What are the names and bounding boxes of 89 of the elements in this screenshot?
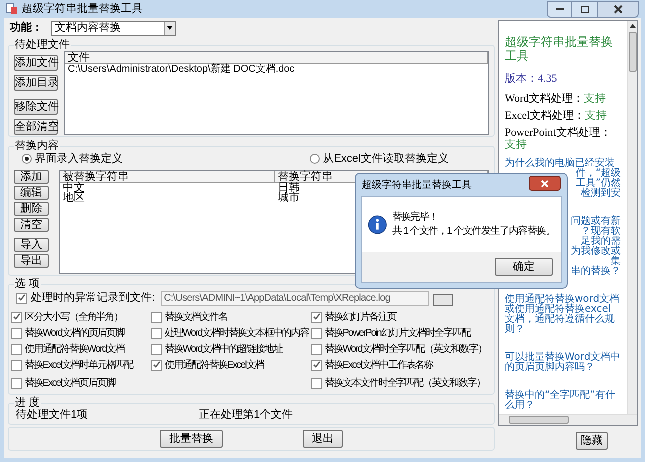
checkbox-label: 替换幻灯片备注页 (325, 310, 396, 324)
checkbox[interactable] (151, 344, 162, 354)
scroll-thumb[interactable] (509, 416, 569, 424)
column-header: 文件 (65, 52, 488, 64)
toolbar-button[interactable]: 添加文件 (14, 55, 58, 71)
dialog-message: 替换完毕！ (392, 210, 440, 224)
dialog-message: 共 1 个文件，1 个文件发生了内容替换。 (392, 224, 555, 238)
faq-link[interactable]: 替换中的“全字匹配”有什么用？ (505, 390, 621, 410)
faq-link[interactable]: 可以批量替换Word文档中的页眉页脚内容吗？ (505, 352, 621, 372)
window-title: 超级字符串批量替换工具 (22, 2, 143, 17)
close-button[interactable] (529, 176, 561, 191)
table-cell-text: 中文 (62, 183, 86, 193)
checkbox[interactable] (311, 312, 322, 322)
checkbox-label: 替换Word文档中的超链接地址 (165, 342, 282, 356)
toolbar-button[interactable]: 导入 (14, 238, 49, 252)
faq-link[interactable]: 使用通配符替换word文档或使用通配符替换excel文档，通配符遵循什么规则？ (505, 294, 621, 334)
close-icon (614, 4, 622, 14)
maximize-button[interactable] (572, 0, 597, 18)
checkbox-label: 替换Excel文档页眉页脚 (25, 376, 116, 390)
checkbox-label: 替换Word文档的页眉页脚 (25, 326, 124, 340)
faq-link[interactable]: 为什么我的电脑已经安装 件，“超级 工具”仍然 检测到安 (505, 158, 621, 198)
hide-button[interactable]: 隐藏 (576, 432, 608, 450)
checkbox[interactable] (11, 344, 22, 354)
horizontal-scrollbar[interactable] (499, 414, 637, 425)
function-dropdown[interactable]: 文档内容替换 (51, 20, 176, 36)
checkbox-label: 替换文本文件时全字匹配（英文和数字） (325, 376, 486, 390)
column-header: 被替换字符串 (60, 171, 275, 183)
checkbox-label: 替换Word文档时全字匹配（英文和数字） (325, 342, 487, 356)
progress-status: 正在处理第1个文件 (199, 409, 294, 422)
toolbar-button[interactable]: 移除文件 (14, 99, 58, 115)
toolbar-button[interactable]: 全部清空 (14, 119, 58, 135)
table-cell-text: 地区 (62, 193, 86, 203)
group-title: 进 度 (14, 397, 42, 409)
toolbar-button[interactable]: 添加目录 (14, 75, 58, 91)
close-icon (541, 180, 549, 188)
support-info: PowerPoint文档处理： 支持 (505, 126, 612, 150)
table-cell-text: 城市 (277, 193, 301, 203)
checkbox[interactable] (151, 328, 162, 338)
support-info: Excel文档处理：支持 (505, 110, 608, 122)
checkbox[interactable] (311, 328, 322, 338)
checkbox-label: 替换PowerPoin幻灯片文档时全字匹配 (325, 326, 470, 340)
checkbox[interactable] (16, 292, 27, 304)
checkbox-label: 处理时的异常记录到文件: (31, 290, 156, 306)
action-button[interactable]: 批量替换 (160, 430, 223, 448)
info-icon (368, 212, 388, 236)
toolbar-button[interactable]: 清空 (14, 218, 49, 232)
file-path[interactable]: C:\Users\Administrator\Desktop\新建 DOC文档.doc (65, 64, 488, 76)
checkbox[interactable] (311, 344, 322, 354)
checkbox-label: 使用通配符替换Excel文档 (165, 358, 264, 372)
checkbox[interactable] (11, 360, 22, 370)
checkbox-label: 处理Word文档时替换文本框中的内容 (165, 326, 309, 340)
checkbox[interactable] (311, 360, 322, 370)
radio-button[interactable] (22, 154, 32, 164)
group-title: 替换内容 (14, 140, 60, 152)
log-path-field[interactable]: C:\Users\ADMINI~1\AppData\Local\Temp\XReplace.log (161, 290, 430, 306)
table-cell-text: 日韩 (277, 183, 301, 193)
checkbox[interactable] (151, 360, 162, 370)
browse-button[interactable] (433, 294, 454, 306)
minimize-button[interactable] (547, 0, 572, 18)
group-title: 选 项 (14, 278, 42, 290)
checkbox[interactable] (311, 378, 322, 388)
checkbox-label: 替换Excel文档时单元格匹配 (25, 358, 133, 372)
toolbar-button[interactable]: 删除 (14, 202, 49, 216)
ok-button[interactable]: 确定 (495, 258, 553, 276)
toolbar-button[interactable]: 添加 (14, 170, 49, 184)
scroll-up-arrow-icon[interactable] (630, 24, 636, 28)
radio-label: 从Excel文件读取替换定义 (323, 152, 449, 167)
checkbox[interactable] (151, 312, 162, 322)
checkbox-label: 使用通配符替换Word文档 (25, 342, 124, 356)
checkbox[interactable] (11, 328, 22, 338)
scroll-thumb[interactable] (628, 32, 636, 72)
toolbar-button[interactable]: 编辑 (14, 186, 49, 200)
app-icon (6, 3, 18, 15)
pending-count: 待处理文件1项 (15, 409, 90, 422)
radio-label: 界面录入替换定义 (35, 152, 123, 167)
version-label: 版本：4.35 (505, 72, 558, 87)
checkbox[interactable] (11, 378, 22, 388)
group-title: 待处理文件 (14, 39, 71, 51)
radio-button[interactable] (310, 154, 320, 164)
close-button[interactable] (597, 0, 639, 18)
checkbox-label: 替换文档文件名 (165, 310, 228, 324)
checkbox-label: 区分大小写（全角半角） (25, 310, 123, 324)
checkbox-label: 替换Excel文档中工作表名称 (325, 358, 433, 372)
checkbox[interactable] (11, 312, 22, 322)
function-label: 功能： (10, 20, 43, 36)
panel-title: 超级字符串批量替换工具 (505, 35, 614, 63)
toolbar-button[interactable]: 导出 (14, 254, 49, 268)
action-button[interactable]: 退出 (303, 430, 343, 448)
support-info: Word文档处理：支持 (505, 92, 608, 104)
